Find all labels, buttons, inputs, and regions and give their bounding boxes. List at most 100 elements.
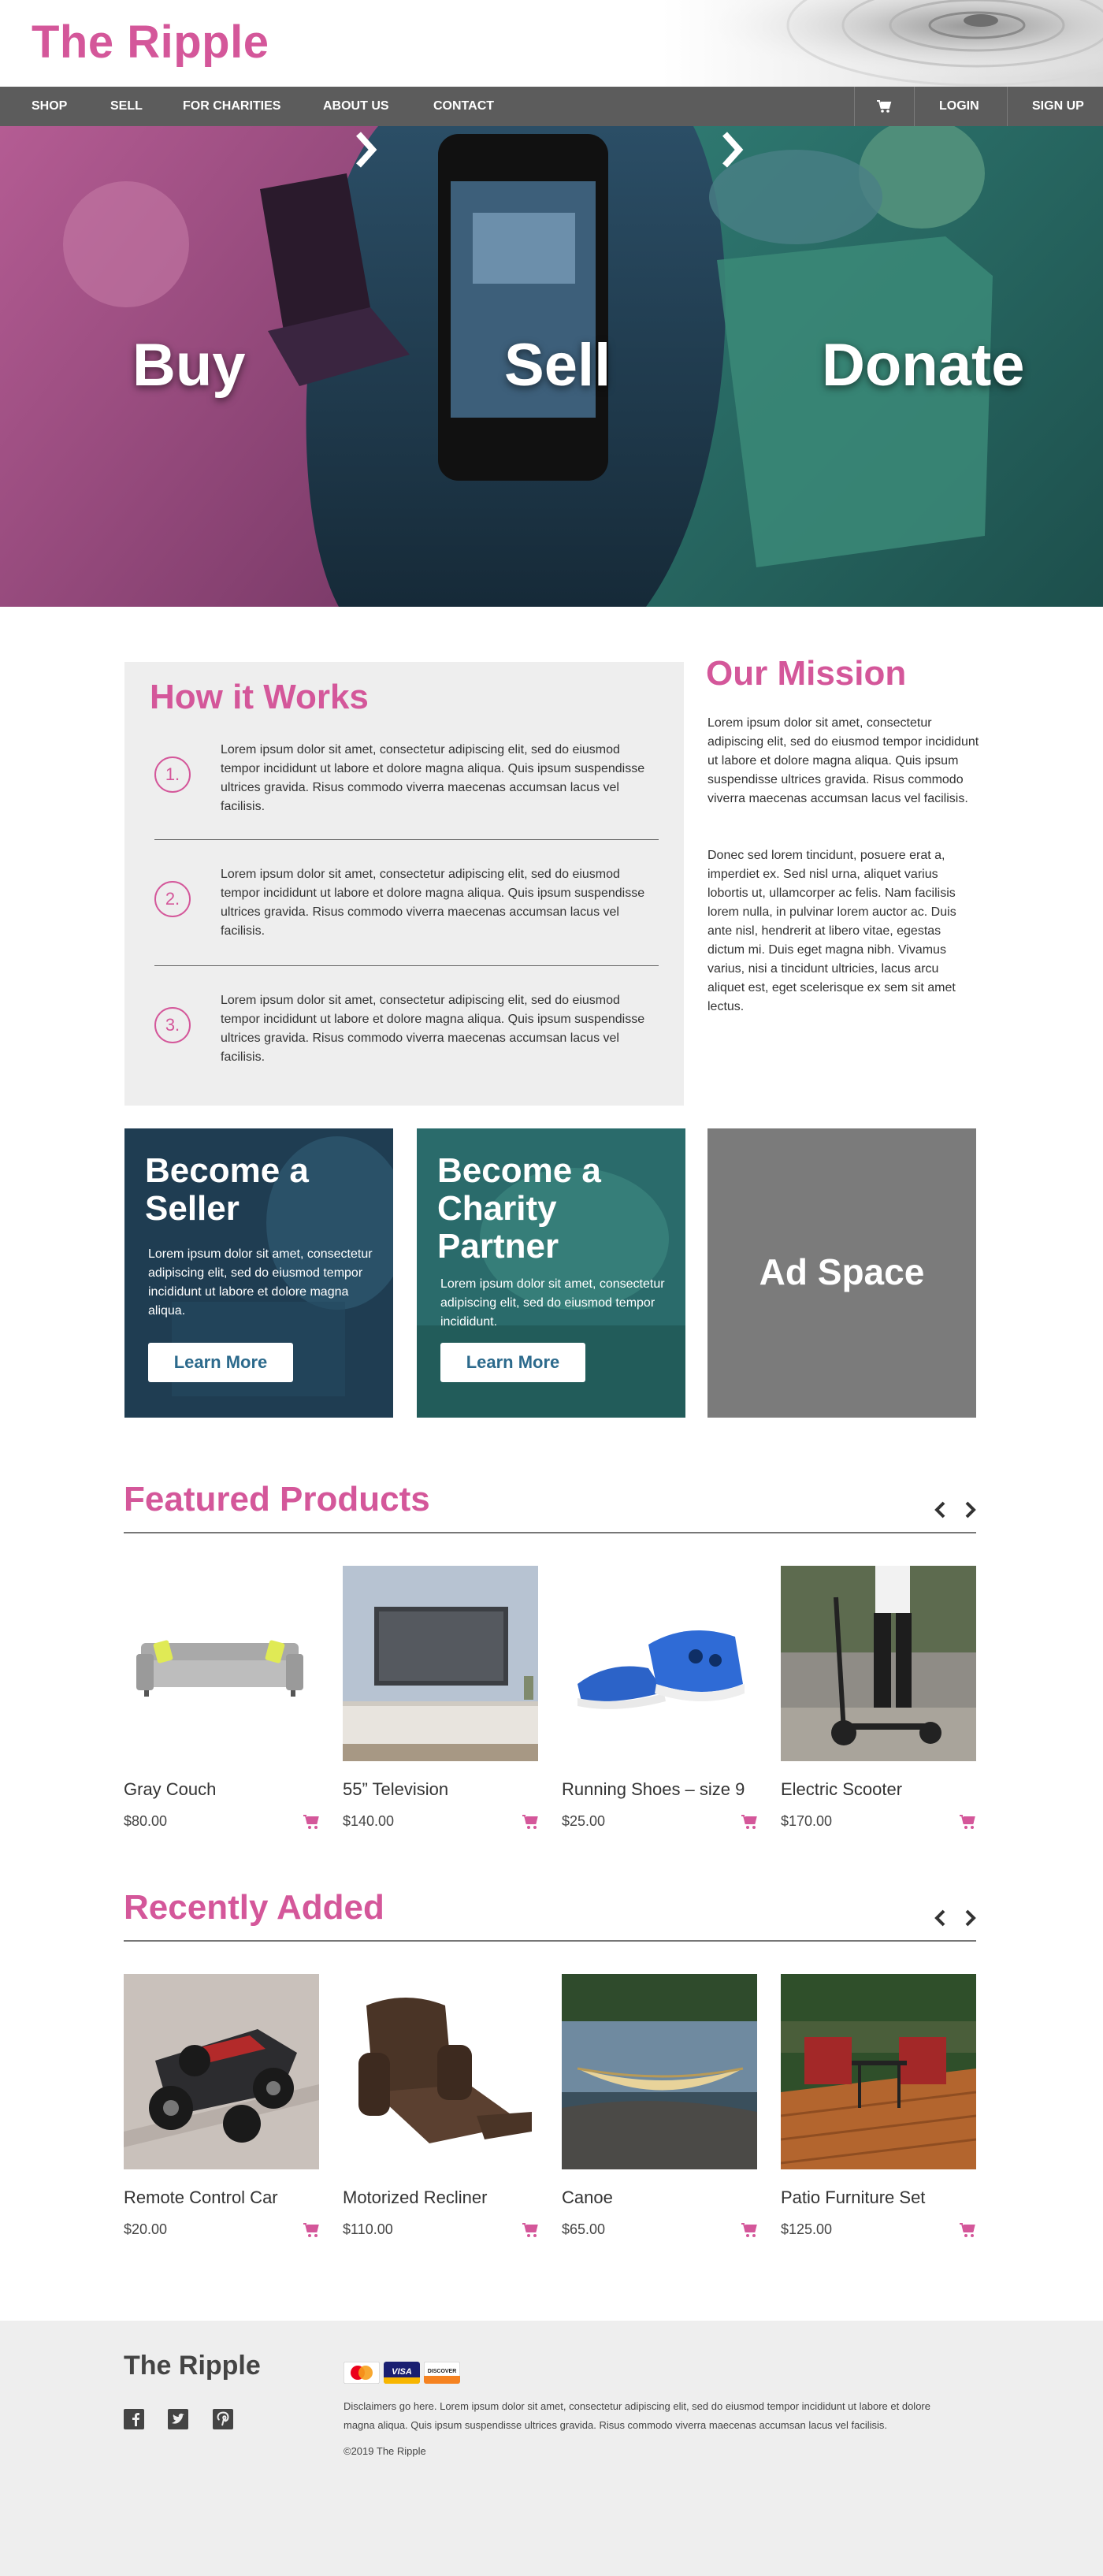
chevron-right-icon (722, 132, 744, 168)
card-text: Lorem ipsum dolor sit amet, consectetur … (148, 1247, 373, 1318)
nav-item-contact[interactable]: CONTACT (433, 87, 494, 126)
ad-space-label: Ad Space (759, 1251, 925, 1292)
cart-icon[interactable] (303, 2222, 320, 2238)
product-image[interactable] (781, 1974, 976, 2169)
chevron-right-icon (356, 132, 377, 168)
running-shoes-image (577, 1630, 745, 1709)
svg-text:VISA: VISA (392, 2367, 412, 2377)
mission-paragraph: Donec sed lorem tincidunt, posuere erat … (707, 849, 956, 1013)
ad-space[interactable]: Ad Space (707, 1128, 976, 1418)
product-name[interactable]: Canoe (562, 2188, 613, 2208)
step-number: 1. (154, 756, 191, 793)
featured-products-title: Featured Products (124, 1480, 430, 1518)
hero-sell[interactable]: Sell (504, 331, 611, 400)
nav-item-for-charities[interactable]: FOR CHARITIES (183, 87, 280, 126)
hero-banner: Buy Sell Donate (0, 126, 1103, 607)
site-logo[interactable]: The Ripple (32, 16, 269, 69)
cart-icon[interactable] (522, 2222, 539, 2238)
product-price: $170.00 (781, 1813, 833, 1829)
hero-donate[interactable]: Donate (822, 331, 1025, 400)
become-seller-card: Become a Seller Lorem ipsum dolor sit am… (124, 1128, 393, 1418)
product-image[interactable] (781, 1566, 976, 1761)
product-name[interactable]: Motorized Recliner (343, 2188, 487, 2208)
ripple-decoration (662, 0, 1103, 87)
nav-divider (914, 87, 915, 126)
nav-item-about-us[interactable]: ABOUT US (323, 87, 389, 126)
product-name[interactable]: 55” Television (343, 1779, 448, 1800)
card-title: Charity (437, 1189, 557, 1228)
nav-divider (1007, 87, 1008, 126)
footer-logo[interactable]: The Ripple (124, 2351, 261, 2381)
visa-icon: VISA (384, 2362, 420, 2384)
main-nav: SHOP SELL FOR CHARITIES ABOUT US CONTACT… (0, 87, 1103, 126)
charity-learn-more-button[interactable]: Learn More (440, 1343, 585, 1382)
product-image[interactable] (562, 1974, 757, 2169)
product-image[interactable] (124, 1566, 319, 1761)
chevron-left-icon[interactable] (932, 1500, 949, 1520)
mission-paragraph: Lorem ipsum dolor sit amet, consectetur … (707, 716, 979, 805)
electric-scooter-image (781, 1566, 976, 1761)
card-title: Partner (437, 1227, 559, 1266)
product-name[interactable]: Electric Scooter (781, 1779, 902, 1800)
pinterest-icon[interactable] (213, 2409, 233, 2429)
mastercard-icon (344, 2362, 380, 2384)
patio-furniture-image (781, 1974, 976, 2169)
hero-buy[interactable]: Buy (132, 331, 246, 400)
chevron-left-icon[interactable] (932, 1908, 949, 1928)
canoe-image (562, 1974, 757, 2169)
how-it-works-panel: How it Works 1. Lorem ipsum dolor sit am… (124, 662, 684, 1106)
svg-text:DISCOVER: DISCOVER (428, 2369, 457, 2374)
discover-icon: DISCOVER (424, 2362, 460, 2384)
couch-image (136, 1640, 303, 1697)
step-text: Lorem ipsum dolor sit amet, consectetur … (221, 868, 645, 938)
step-text: Lorem ipsum dolor sit amet, consectetur … (221, 994, 645, 1064)
card-title: Become a (145, 1151, 309, 1190)
footer-disclaimer: Disclaimers go here. Lorem ipsum dolor s… (344, 2400, 930, 2431)
facebook-icon[interactable] (124, 2409, 144, 2429)
cart-icon[interactable] (303, 1814, 320, 1830)
chevron-right-icon[interactable] (961, 1500, 979, 1520)
nav-login[interactable]: LOGIN (939, 87, 979, 126)
cart-icon[interactable] (959, 2222, 976, 2238)
product-image[interactable] (124, 1974, 319, 2169)
product-name[interactable]: Gray Couch (124, 1779, 216, 1800)
seller-learn-more-button[interactable]: Learn More (148, 1343, 293, 1382)
card-title: Become a (437, 1151, 601, 1190)
card-title: Seller (145, 1189, 240, 1228)
section-divider (124, 1940, 976, 1942)
step-number: 2. (154, 881, 191, 917)
product-image[interactable] (562, 1566, 757, 1761)
nav-item-sell[interactable]: SELL (110, 87, 143, 126)
product-price: $80.00 (124, 1813, 168, 1829)
become-charity-card: Become a Charity Partner Lorem ipsum dol… (417, 1128, 685, 1418)
motorized-recliner-image (358, 1998, 532, 2143)
step-divider (154, 839, 659, 840)
recently-added-title: Recently Added (124, 1888, 384, 1927)
product-image[interactable] (343, 1974, 538, 2169)
product-name[interactable]: Patio Furniture Set (781, 2188, 925, 2208)
nav-divider (854, 87, 855, 126)
nav-item-shop[interactable]: SHOP (32, 87, 67, 126)
remote-control-car-image (124, 1974, 319, 2169)
footer-copyright: ©2019 The Ripple (344, 2445, 426, 2457)
product-name[interactable]: Running Shoes – size 9 (562, 1779, 745, 1800)
product-price: $25.00 (562, 1813, 606, 1829)
product-price: $140.00 (343, 1813, 395, 1829)
cart-icon[interactable] (741, 1814, 758, 1830)
product-price: $65.00 (562, 2221, 606, 2237)
cart-icon[interactable] (522, 1814, 539, 1830)
section-divider (124, 1532, 976, 1533)
chevron-right-icon[interactable] (961, 1908, 979, 1928)
product-name[interactable]: Remote Control Car (124, 2188, 278, 2208)
cart-icon[interactable] (959, 1814, 976, 1830)
site-header: The Ripple (0, 0, 1103, 87)
nav-signup[interactable]: SIGN UP (1032, 87, 1084, 126)
product-image[interactable] (343, 1566, 538, 1761)
product-price: $20.00 (124, 2221, 168, 2237)
nav-cart-button[interactable] (871, 87, 897, 126)
product-price: $110.00 (343, 2221, 393, 2237)
cart-icon[interactable] (741, 2222, 758, 2238)
product-price: $125.00 (781, 2221, 833, 2237)
card-text: Lorem ipsum dolor sit amet, consectetur … (440, 1277, 665, 1329)
twitter-icon[interactable] (168, 2409, 188, 2429)
